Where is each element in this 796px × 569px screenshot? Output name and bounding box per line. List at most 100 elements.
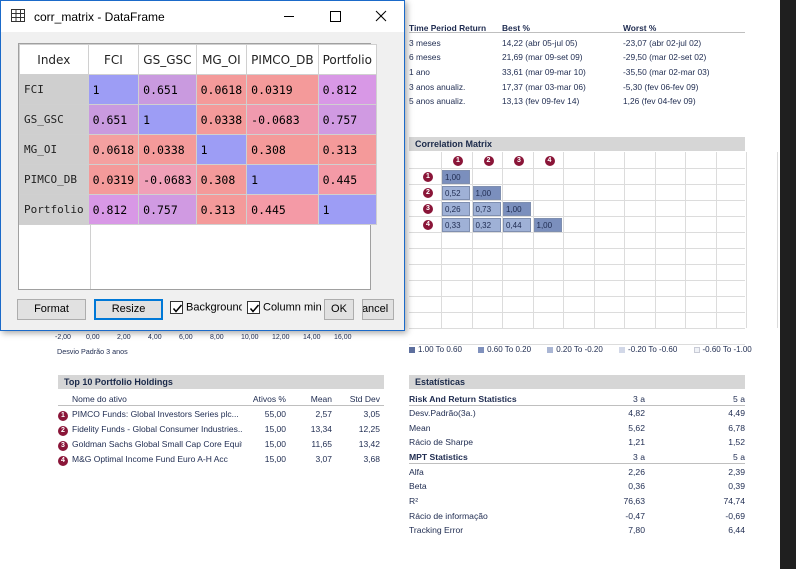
row-index-label[interactable]: MG_OI <box>19 134 89 165</box>
legend-label: 0.20 To -0.20 <box>556 345 603 354</box>
axis-tick: 8,00 <box>210 334 224 341</box>
holding-weight: 15,00 <box>264 454 286 464</box>
best-value: 21,69 (mar 09-set 09) <box>502 52 583 63</box>
number-badge-icon: 1 <box>58 411 68 421</box>
axis-tick: 16,00 <box>334 334 352 341</box>
correlation-matrix-title: Correlation Matrix <box>409 137 745 151</box>
correlation-cell: 0,44 <box>503 218 531 232</box>
table-row[interactable]: Portfolio 0.812 0.757 0.313 0.445 1 <box>19 194 377 225</box>
column-header[interactable]: PIMCO_DB <box>246 44 319 75</box>
grid-line <box>409 168 745 169</box>
table-cell[interactable]: 0.313 <box>317 134 377 165</box>
table-cell[interactable]: -0.0683 <box>138 164 197 195</box>
table-cell[interactable]: 0.651 <box>138 74 197 105</box>
number-badge-icon: 4 <box>58 456 68 466</box>
table-cell[interactable]: 0.0338 <box>138 134 197 165</box>
table-row[interactable]: PIMCO_DB 0.0319 -0.0683 0.308 1 0.445 <box>19 164 377 195</box>
table-row[interactable]: MG_OI 0.0618 0.0338 1 0.308 0.313 <box>19 134 377 165</box>
table-cell[interactable]: 0.0618 <box>87 134 140 165</box>
legend-item: 0.60 To 0.20 <box>478 345 531 354</box>
stat-value-5y: 6,78 <box>728 423 745 433</box>
stat-row: Tracking Error 7,80 6,44 <box>409 525 745 539</box>
holdings-title: Top 10 Portfolio Holdings <box>58 375 384 389</box>
holding-mean: 13,34 <box>310 424 332 434</box>
stat-row: Rácio de Sharpe 1,21 1,52 <box>409 437 745 451</box>
stat-col-3y: 3 a <box>633 452 645 462</box>
row-index-label[interactable]: GS_GSC <box>19 104 89 135</box>
minimize-icon <box>284 16 294 17</box>
time-period-row: 1 ano 33,61 (mar 09-mar 10) -35,50 (mar … <box>409 65 745 80</box>
time-period-row: 3 anos anualiz. 17,37 (mar 03-mar 06) -5… <box>409 79 745 94</box>
holding-mean: 3,07 <box>315 454 332 464</box>
table-cell[interactable]: 1 <box>87 74 140 105</box>
grid-line <box>409 312 745 313</box>
background-color-label: Background color <box>186 301 242 314</box>
table-cell[interactable]: 0.812 <box>317 74 377 105</box>
grid-line <box>776 152 778 328</box>
axis-tick: 2,00 <box>117 334 131 341</box>
table-row[interactable]: GS_GSC 0.651 1 0.0338 -0.0683 0.757 <box>19 104 377 135</box>
dataframe-window[interactable]: corr_matrix - DataFrame Index FCI GS_GSC… <box>0 0 405 331</box>
background-color-checkbox[interactable]: Background color <box>170 301 242 314</box>
table-cell[interactable]: 0.0618 <box>195 74 248 105</box>
table-cell[interactable]: 0.757 <box>138 194 197 225</box>
table-cell[interactable]: 1 <box>317 194 377 225</box>
worst-value: -35,50 (mar 02-mar 03) <box>623 67 710 78</box>
index-header[interactable]: Index <box>19 44 89 75</box>
table-cell[interactable]: 0.757 <box>317 104 377 135</box>
row-index-label[interactable]: PIMCO_DB <box>19 164 89 195</box>
grid-line <box>654 152 656 328</box>
number-badge-icon: 1 <box>453 156 463 166</box>
table-cell[interactable]: 1 <box>195 134 248 165</box>
legend-swatch <box>409 346 415 353</box>
format-button[interactable]: Format <box>17 299 86 320</box>
table-cell[interactable]: 0.445 <box>317 164 377 195</box>
table-row[interactable]: FCI 1 0.651 0.0618 0.0319 0.812 <box>19 74 377 105</box>
column-header[interactable]: GS_GSC <box>138 44 197 75</box>
grid-line <box>409 328 745 329</box>
table-cell[interactable]: 0.445 <box>246 194 319 225</box>
table-cell[interactable]: 0.308 <box>195 164 248 195</box>
holding-mean: 2,57 <box>315 409 332 419</box>
row-index-label[interactable]: FCI <box>19 74 89 105</box>
table-cell[interactable]: 0.812 <box>87 194 140 225</box>
column-header[interactable]: Portfolio <box>317 44 377 75</box>
table-cell[interactable]: 0.651 <box>87 104 140 135</box>
resize-button[interactable]: Resize <box>94 299 163 320</box>
column-min-max-checkbox[interactable]: Column min/max <box>247 301 321 314</box>
table-cell[interactable]: 0.313 <box>195 194 248 225</box>
grid-line <box>624 152 625 328</box>
row-index-label[interactable]: Portfolio <box>19 194 89 225</box>
holding-row: 2 Fidelity Funds - Global Consumer Indus… <box>58 424 384 438</box>
scatter-x-axis-label: Desvio Padrão 3 anos <box>57 347 128 356</box>
table-cell[interactable]: 0.0319 <box>246 74 319 105</box>
holdings-col-weight: Ativos % <box>252 394 286 404</box>
axis-tick: 6,00 <box>179 334 193 341</box>
table-cell[interactable]: 1 <box>246 164 319 195</box>
correlation-grid: 1 1 2 2 3 3 4 4 1,00 0,52 1,00 0,26 0,73 1,00 0,33 0,32… <box>409 152 778 345</box>
cancel-button[interactable]: Cancel <box>362 299 394 320</box>
close-button[interactable] <box>358 1 404 32</box>
minimize-button[interactable] <box>266 1 312 32</box>
table-cell[interactable]: -0.0683 <box>246 104 319 135</box>
grid-line <box>502 152 503 328</box>
column-header[interactable]: MG_OI <box>195 44 248 75</box>
grid-line <box>563 152 564 328</box>
table-cell[interactable]: 1 <box>138 104 197 135</box>
maximize-button[interactable] <box>312 1 358 32</box>
table-cell[interactable]: 0.0338 <box>195 104 248 135</box>
window-titlebar[interactable]: corr_matrix - DataFrame <box>1 1 404 32</box>
holding-stddev: 13,42 <box>358 439 380 449</box>
stat-col-5y: 5 a <box>733 394 745 404</box>
column-header[interactable]: FCI <box>87 44 140 75</box>
table-cell[interactable]: 0.308 <box>246 134 319 165</box>
document-edge <box>780 0 796 569</box>
number-badge-icon: 1 <box>423 172 433 182</box>
table-cell[interactable]: 0.0319 <box>87 164 140 195</box>
stat-row: Rácio de informação -0,47 -0,69 <box>409 511 745 525</box>
dataframe-table-area[interactable]: Index FCI GS_GSC MG_OI PIMCO_DB Portfoli… <box>18 43 377 290</box>
stat-value-3y: -0,47 <box>625 511 645 521</box>
stat-value-5y: -0,69 <box>725 511 745 521</box>
ok-button[interactable]: OK <box>324 299 354 320</box>
dataframe-table[interactable]: Index FCI GS_GSC MG_OI PIMCO_DB Portfoli… <box>19 44 377 225</box>
